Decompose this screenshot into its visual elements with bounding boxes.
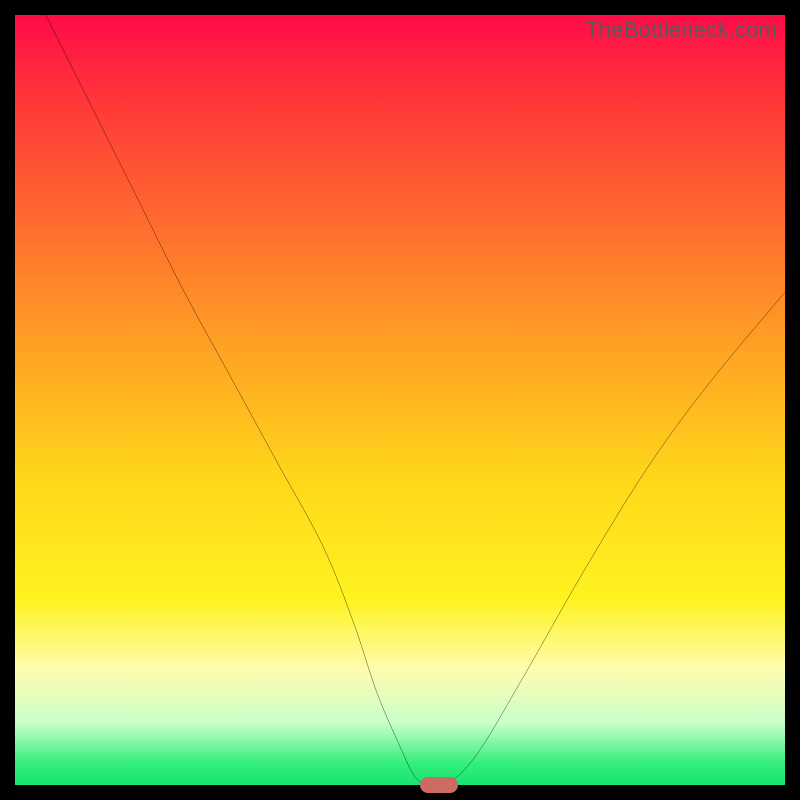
bottleneck-curve bbox=[15, 15, 785, 785]
plot-area: TheBottleneck.com bbox=[15, 15, 785, 785]
optimum-marker bbox=[420, 777, 458, 793]
chart-frame: TheBottleneck.com bbox=[0, 0, 800, 800]
